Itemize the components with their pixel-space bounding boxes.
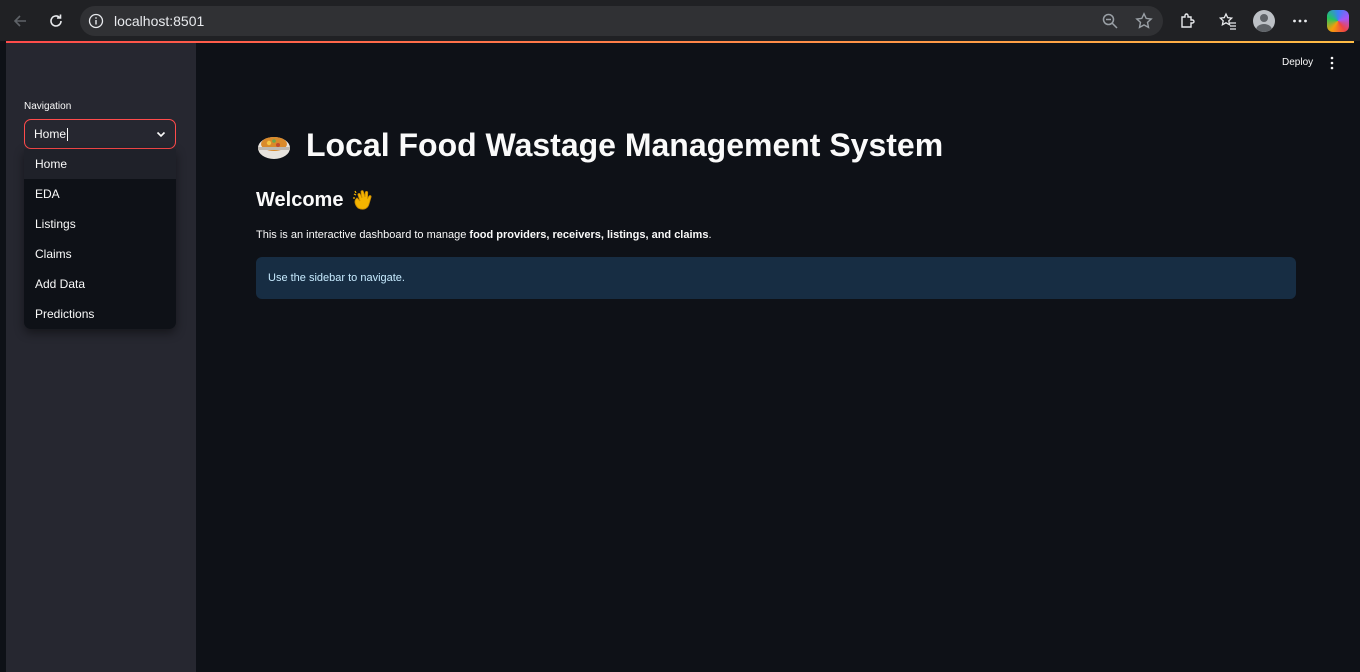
info-alert: Use the sidebar to navigate. <box>256 257 1296 299</box>
favorites-button[interactable] <box>1214 7 1242 35</box>
avatar <box>1253 10 1275 32</box>
stew-pot-icon <box>258 136 290 159</box>
main-content: Deploy Local Food Wastage Management Sys… <box>196 43 1360 672</box>
address-bar[interactable]: localhost:8501 <box>80 6 1163 36</box>
bookmark-star-icon[interactable] <box>1135 12 1153 30</box>
option-home[interactable]: Home <box>24 149 176 179</box>
copilot-button[interactable] <box>1324 7 1352 35</box>
option-predictions[interactable]: Predictions <box>24 299 176 329</box>
info-text: Use the sidebar to navigate. <box>268 272 405 284</box>
deploy-button[interactable]: Deploy <box>1282 57 1313 68</box>
reload-button[interactable] <box>42 7 70 35</box>
more-menu-button[interactable] <box>1286 7 1314 35</box>
url-text[interactable]: localhost:8501 <box>114 6 204 36</box>
browser-toolbar: localhost:8501 <box>0 0 1360 41</box>
intro-paragraph: This is an interactive dashboard to mana… <box>256 229 712 241</box>
zoom-icon[interactable] <box>1101 12 1119 30</box>
reload-icon <box>50 14 62 27</box>
option-claims[interactable]: Claims <box>24 239 176 269</box>
extensions-button[interactable] <box>1173 7 1201 35</box>
text-caret <box>67 128 69 142</box>
main-menu-icon[interactable] <box>1328 56 1336 70</box>
select-value[interactable]: Home <box>34 120 69 148</box>
navigation-label: Navigation <box>24 101 72 112</box>
page-title: Local Food Wastage Management System <box>256 127 943 164</box>
option-listings[interactable]: Listings <box>24 209 176 239</box>
back-arrow-icon <box>13 15 26 27</box>
waving-hand-icon <box>353 190 372 210</box>
navigation-dropdown: Home EDA Listings Claims Add Data Predic… <box>24 149 176 329</box>
profile-button[interactable] <box>1250 7 1278 35</box>
favorites-icon <box>1219 12 1236 30</box>
chevron-down-icon[interactable] <box>155 128 167 140</box>
navigation-select[interactable]: Home <box>24 119 176 149</box>
site-info-icon[interactable] <box>88 13 104 29</box>
sidebar: Navigation Home Home EDA Listings Claims… <box>6 43 196 672</box>
puzzle-icon <box>1181 13 1195 28</box>
intro-bold-text: food providers, receivers, listings, and… <box>469 229 709 241</box>
welcome-heading: Welcome <box>256 188 375 212</box>
title-text: Local Food Wastage Management System <box>306 127 944 163</box>
welcome-text: Welcome <box>256 188 344 211</box>
option-eda[interactable]: EDA <box>24 179 176 209</box>
ellipsis-icon <box>1293 19 1307 23</box>
option-add-data[interactable]: Add Data <box>24 269 176 299</box>
back-button[interactable] <box>6 7 34 35</box>
copilot-icon <box>1327 10 1349 32</box>
